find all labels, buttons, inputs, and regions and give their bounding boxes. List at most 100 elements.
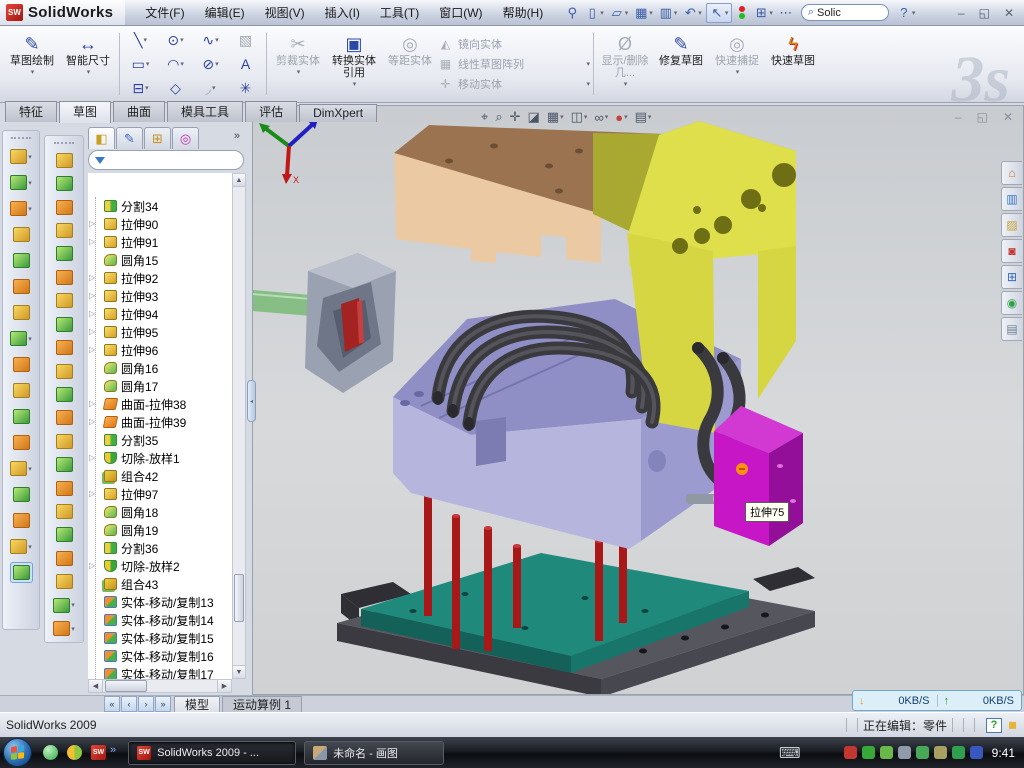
taskbar-button-paint[interactable]: 未命名 - 画图 bbox=[304, 741, 444, 765]
expander-icon[interactable]: ▷ bbox=[89, 417, 95, 426]
menu-文件(F)[interactable]: 文件(F) bbox=[135, 0, 194, 25]
expander-icon[interactable]: ▷ bbox=[89, 453, 95, 462]
tree-item[interactable]: ▷拉伸97 bbox=[88, 485, 232, 503]
circle-tool-icon[interactable]: ⊙▾ bbox=[158, 28, 193, 52]
zoom-fit-icon[interactable]: ⌖ bbox=[481, 109, 488, 125]
menu-窗口(W)[interactable]: 窗口(W) bbox=[429, 0, 492, 25]
tree-item[interactable]: ▷拉伸94 bbox=[88, 305, 232, 323]
draft-face-button[interactable] bbox=[56, 221, 73, 239]
indent-button[interactable] bbox=[56, 526, 73, 544]
display-delete-relations-button[interactable]: Ø 显示/删除几...▾ bbox=[597, 28, 653, 100]
intersect-button[interactable] bbox=[56, 385, 73, 403]
dome-face-button[interactable] bbox=[56, 549, 73, 567]
update-tray-icon[interactable] bbox=[880, 746, 893, 759]
expander-icon[interactable]: ▷ bbox=[89, 327, 95, 336]
model-3d-view[interactable] bbox=[253, 106, 1024, 695]
help-button[interactable]: ?▾ bbox=[895, 4, 918, 21]
move-entities-button[interactable]: ✛ 移动实体▾ bbox=[438, 76, 590, 92]
shell-button[interactable] bbox=[13, 250, 30, 271]
tree-item[interactable]: 实体-移动/复制13 bbox=[88, 593, 232, 611]
tree-horizontal-scrollbar[interactable]: ◀ ▶ bbox=[88, 679, 232, 693]
deform-button[interactable] bbox=[56, 502, 73, 520]
expander-icon[interactable]: ▷ bbox=[89, 345, 95, 354]
smart-dimension-button[interactable]: ↔ 智能尺寸▾ bbox=[60, 28, 116, 100]
open-icon[interactable]: ▱▾ bbox=[608, 4, 631, 22]
quick-tips-button[interactable]: ? bbox=[986, 718, 1002, 733]
menu-编辑(E)[interactable]: 编辑(E) bbox=[195, 0, 255, 25]
expander-icon[interactable]: ▷ bbox=[89, 561, 95, 570]
tab-曲面[interactable]: 曲面 bbox=[113, 101, 165, 122]
scroll-thumb[interactable] bbox=[234, 574, 244, 622]
zoom-area-icon[interactable]: ⌕ bbox=[495, 109, 502, 125]
tab-nav-«[interactable]: « bbox=[104, 696, 120, 712]
hscroll-thumb[interactable] bbox=[105, 680, 147, 692]
scene-icon[interactable]: ▤▾ bbox=[635, 109, 652, 125]
menu-视图(V)[interactable]: 视图(V) bbox=[255, 0, 315, 25]
options-icon[interactable]: ⊞▾ bbox=[752, 4, 775, 22]
linear-pattern-button[interactable]: ▾ bbox=[10, 328, 32, 349]
configurationmanager-tab[interactable]: ⊞ bbox=[144, 127, 171, 149]
tree-item[interactable]: 圆角18 bbox=[88, 503, 232, 521]
tree-item[interactable]: ▷切除-放样2 bbox=[88, 557, 232, 575]
dome-button[interactable] bbox=[56, 174, 73, 192]
sphere-app-icon[interactable] bbox=[67, 745, 82, 760]
move-copy-body-button[interactable] bbox=[13, 432, 30, 453]
wrap-button[interactable] bbox=[13, 302, 30, 323]
extruded-boss-button[interactable]: ▾ bbox=[10, 146, 32, 167]
doc-close-button[interactable]: ✕ bbox=[1003, 110, 1013, 124]
extruded-cut-button[interactable]: ▾ bbox=[10, 172, 32, 193]
tab-草图[interactable]: 草图 bbox=[59, 101, 111, 123]
expander-icon[interactable]: ▷ bbox=[89, 291, 95, 300]
delete-body-button[interactable] bbox=[13, 484, 30, 505]
antivirus-tray-icon[interactable] bbox=[844, 746, 857, 759]
appearances-tab[interactable]: ◉ bbox=[1001, 291, 1022, 315]
tree-item[interactable]: 分割34 bbox=[88, 197, 232, 215]
tree-item[interactable]: 实体-移动/复制16 bbox=[88, 647, 232, 665]
messenger-icon[interactable] bbox=[43, 745, 58, 760]
expander-icon[interactable]: ▷ bbox=[89, 237, 95, 246]
draft-button[interactable] bbox=[13, 276, 30, 297]
close-button[interactable]: ✕ bbox=[1004, 6, 1014, 20]
sync-tray-icon[interactable] bbox=[916, 746, 929, 759]
combine-button[interactable] bbox=[13, 406, 30, 427]
tab-nav-‹[interactable]: ‹ bbox=[121, 696, 137, 712]
select-icon[interactable]: ↖▾ bbox=[706, 3, 733, 23]
expander-icon[interactable]: ▷ bbox=[89, 219, 95, 228]
minimize-button[interactable]: – bbox=[958, 6, 965, 20]
tree-item[interactable]: 圆角15 bbox=[88, 251, 232, 269]
offset-entities-button[interactable]: ◎ 等距实体 bbox=[382, 28, 438, 100]
move-face-button[interactable] bbox=[56, 479, 73, 497]
tree-item[interactable]: 圆角19 bbox=[88, 521, 232, 539]
more-icon[interactable]: ⋯ bbox=[777, 4, 795, 22]
plane-button[interactable] bbox=[56, 268, 73, 286]
combine-bodies-button[interactable] bbox=[56, 338, 73, 356]
model-cavity-insert[interactable] bbox=[253, 253, 396, 393]
tree-item[interactable]: 圆角17 bbox=[88, 377, 232, 395]
doc-restore-button[interactable]: ◱ bbox=[977, 110, 988, 124]
tree-item[interactable]: 实体-移动/复制15 bbox=[88, 629, 232, 647]
wrap-face-button[interactable] bbox=[56, 198, 73, 216]
appearances-icon[interactable]: ●▾ bbox=[615, 110, 627, 125]
tab-nav-»[interactable]: » bbox=[155, 696, 171, 712]
curve-through-points-button[interactable] bbox=[13, 510, 30, 531]
defender-tray-icon[interactable] bbox=[952, 746, 965, 759]
tree-item[interactable]: ▷拉伸92 bbox=[88, 269, 232, 287]
ellipse-tool-icon[interactable]: ⊘▾ bbox=[193, 52, 228, 76]
start-button[interactable] bbox=[3, 738, 32, 767]
expander-icon[interactable]: ▷ bbox=[89, 309, 95, 318]
taskbar-button-solidworks[interactable]: SW SolidWorks 2009 - ... bbox=[128, 741, 296, 765]
fillet-button[interactable]: ▾ bbox=[10, 198, 32, 219]
view-palette-tab[interactable]: ⊞ bbox=[1001, 265, 1022, 289]
instant3d-button[interactable] bbox=[10, 562, 33, 583]
expander-icon[interactable]: ▷ bbox=[89, 273, 95, 282]
tree-item[interactable]: 实体-移动/复制14 bbox=[88, 611, 232, 629]
expander-icon[interactable]: ▷ bbox=[89, 399, 95, 408]
bend-button[interactable] bbox=[56, 362, 73, 380]
doc-minimize-button[interactable]: – bbox=[955, 110, 962, 124]
tab-模具工具[interactable]: 模具工具 bbox=[167, 101, 243, 122]
restore-button[interactable]: ◱ bbox=[979, 6, 990, 20]
custom-properties-tab[interactable]: ▤ bbox=[1001, 317, 1022, 341]
tab-motion-study[interactable]: 运动算例 1 bbox=[222, 696, 302, 712]
manager-tabs-overflow[interactable]: » bbox=[234, 127, 246, 149]
linear-sketch-pattern-button[interactable]: ▦ 线性草图阵列▾ bbox=[438, 56, 590, 72]
